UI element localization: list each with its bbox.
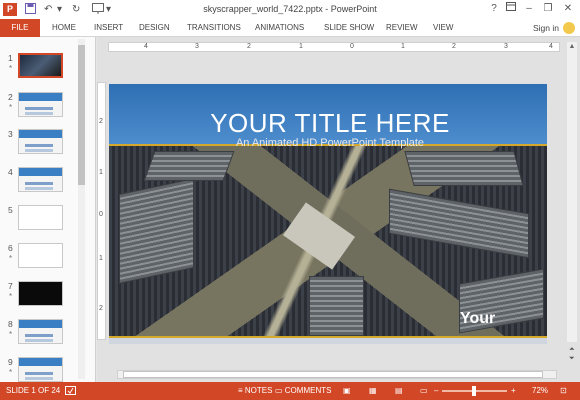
ruler-label: 2 xyxy=(99,305,103,312)
next-slide-icon[interactable]: ⏷ xyxy=(569,355,575,363)
slide-thumbnail-7[interactable] xyxy=(18,281,63,306)
animation-star-icon: * xyxy=(9,292,13,301)
slide-thumbnail-pane: 1 * 2 * 3 4 5 6 * 7 * 8 * 9 * xyxy=(0,37,96,382)
tab-design[interactable]: DESIGN xyxy=(139,19,170,37)
ruler-label: 1 xyxy=(99,255,103,262)
comments-icon: ▭ xyxy=(275,386,285,395)
ruler-label: 2 xyxy=(452,43,456,50)
ruler-label: 0 xyxy=(350,43,354,50)
ribbon-display-options-icon[interactable] xyxy=(503,2,519,16)
building-shape xyxy=(309,276,364,336)
thumb-number: 4 xyxy=(8,167,13,177)
file-tab[interactable]: FILE xyxy=(0,19,40,37)
normal-view-icon[interactable]: ▣ xyxy=(343,382,351,400)
ruler-label: 0 xyxy=(99,211,103,218)
horizontal-scrollbar-thumb[interactable] xyxy=(123,371,543,378)
help-button[interactable]: ? xyxy=(486,2,502,16)
slide-thumbnail-5[interactable] xyxy=(18,205,63,230)
feedback-smiley-icon[interactable] xyxy=(563,22,575,34)
horizontal-ruler: 4 3 2 1 0 1 2 3 4 xyxy=(108,42,560,52)
restore-button[interactable]: ❐ xyxy=(540,2,556,16)
zoom-in-icon[interactable]: + xyxy=(511,382,516,400)
close-button[interactable]: ✕ xyxy=(560,2,576,16)
slide-counter: SLIDE 1 OF 24 xyxy=(6,386,61,395)
notes-button[interactable]: ≡ NOTES xyxy=(238,382,272,400)
thumb-number: 8 xyxy=(8,319,13,329)
thumb-number: 2 xyxy=(8,92,13,102)
slide-thumbnail-2[interactable] xyxy=(18,92,63,117)
skyscraper-image[interactable] xyxy=(109,146,547,336)
building-shape xyxy=(143,151,235,181)
slide-footer-band xyxy=(109,338,547,344)
ribbon-tabs: FILE HOME INSERT DESIGN TRANSITIONS ANIM… xyxy=(0,19,580,37)
animation-star-icon: * xyxy=(9,103,13,112)
minimize-button[interactable]: – xyxy=(521,2,537,16)
comments-label: COMMENTS xyxy=(284,386,332,395)
animation-star-icon: * xyxy=(9,368,13,377)
fit-slide-icon[interactable]: ⊡ xyxy=(560,382,567,400)
spell-check-icon[interactable] xyxy=(65,382,76,400)
notes-label: NOTES xyxy=(244,386,273,395)
thumb-number: 7 xyxy=(8,281,13,291)
reading-view-icon[interactable]: ▤ xyxy=(395,382,403,400)
animation-star-icon: * xyxy=(9,254,13,263)
ruler-label: 3 xyxy=(195,43,199,50)
comments-button[interactable]: ▭ COMMENTS xyxy=(275,382,331,400)
tab-insert[interactable]: INSERT xyxy=(94,19,123,37)
ruler-label: 2 xyxy=(247,43,251,50)
slide-canvas[interactable]: YOUR TITLE HERE An Animated HD PowerPoin… xyxy=(109,84,547,344)
slide-thumbnail-9[interactable] xyxy=(18,357,63,382)
title-bar: P ↶ ▾ ↻ ▾ skyscrapper_world_7422.pptx - … xyxy=(0,0,580,19)
slideshow-view-icon[interactable]: ▭ xyxy=(420,382,428,400)
slide-thumbnail-8[interactable] xyxy=(18,319,63,344)
notes-icon: ≡ xyxy=(238,386,245,395)
slide-thumbnail-6[interactable] xyxy=(18,243,63,268)
building-shape xyxy=(119,178,194,284)
tab-review[interactable]: REVIEW xyxy=(386,19,418,37)
tab-transitions[interactable]: TRANSITIONS xyxy=(187,19,241,37)
ruler-label: 2 xyxy=(99,118,103,125)
vertical-ruler: 2 1 0 1 2 xyxy=(97,82,106,340)
zoom-level[interactable]: 72% xyxy=(532,382,548,400)
ruler-label: 4 xyxy=(549,43,553,50)
slide-sorter-icon[interactable]: ▦ xyxy=(369,382,377,400)
slide-thumbnail-4[interactable] xyxy=(18,167,63,192)
ruler-label: 1 xyxy=(299,43,303,50)
slide-thumbnail-3[interactable] xyxy=(18,129,63,154)
zoom-out-icon[interactable]: – xyxy=(434,382,438,400)
ruler-label: 4 xyxy=(144,43,148,50)
animation-star-icon: * xyxy=(9,64,13,73)
slide-brand-text: Your xyxy=(460,310,496,327)
tab-home[interactable]: HOME xyxy=(52,19,76,37)
animation-star-icon: * xyxy=(9,330,13,339)
tab-animations[interactable]: ANIMATIONS xyxy=(255,19,304,37)
tab-slide-show[interactable]: SLIDE SHOW xyxy=(324,19,374,37)
rooftop-shape xyxy=(282,202,356,270)
ruler-label: 1 xyxy=(99,169,103,176)
thumb-number: 3 xyxy=(8,129,13,139)
status-bar: SLIDE 1 OF 24 ≡ NOTES ▭ COMMENTS ▣ ▦ ▤ ▭… xyxy=(0,382,580,400)
slide-thumbnail-1[interactable] xyxy=(18,53,63,78)
thumb-number: 1 xyxy=(8,53,13,63)
ruler-label: 1 xyxy=(401,43,405,50)
building-shape xyxy=(389,188,529,259)
tab-view[interactable]: VIEW xyxy=(433,19,453,37)
scroll-up-icon[interactable]: ▲ xyxy=(567,42,577,52)
building-shape xyxy=(404,151,524,186)
zoom-slider-knob[interactable] xyxy=(472,386,476,396)
slide-subtitle[interactable]: An Animated HD PowerPoint Template xyxy=(109,137,547,149)
thumb-number: 5 xyxy=(8,205,13,215)
sign-in-link[interactable]: Sign in xyxy=(533,19,559,37)
thumb-number: 9 xyxy=(8,357,13,367)
previous-slide-icon[interactable]: ⏶ xyxy=(569,346,575,354)
ruler-label: 3 xyxy=(504,43,508,50)
thumbnail-scrollbar-thumb[interactable] xyxy=(78,45,85,185)
slide-title[interactable]: YOUR TITLE HERE xyxy=(109,108,547,139)
vertical-scrollbar[interactable] xyxy=(567,42,577,342)
thumb-number: 6 xyxy=(8,243,13,253)
